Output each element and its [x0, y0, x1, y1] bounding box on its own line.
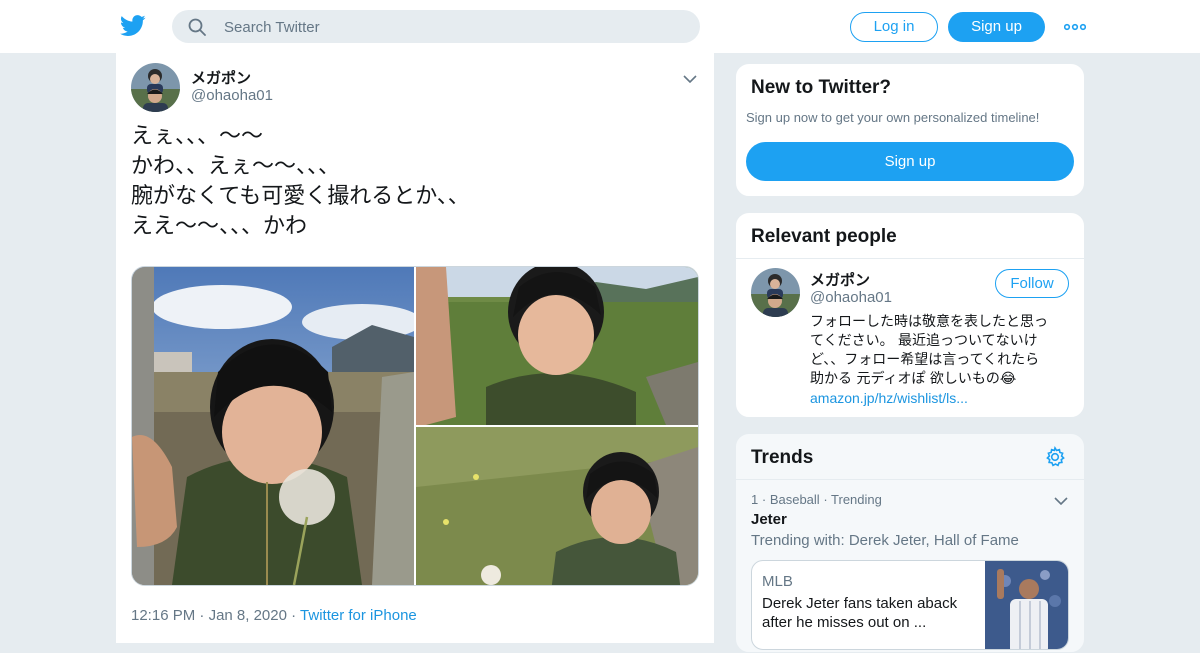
trend-metadata: 1 · Baseball · Trending	[751, 492, 882, 507]
tweet-metadata: 12:16 PM · Jan 8, 2020 · Twitter for iPh…	[131, 607, 417, 624]
boy-with-dandelion-photo[interactable]	[132, 267, 414, 585]
tweet-card: メガポン @ohaoha01 えぇ、、、〜〜 かわ、、えぇ〜〜、、、 腕がなくて…	[115, 53, 715, 643]
trend-rank: 1	[751, 492, 759, 507]
trend-options-chevron-down-icon[interactable]	[1054, 492, 1068, 510]
top-navigation-bar: Log in Sign up	[0, 0, 1200, 54]
tweet-text-line: ええ〜〜、、、かわ	[131, 214, 308, 239]
bio-wishlist-link[interactable]: amazon.jp/hz/wishlist/ls...	[810, 389, 1075, 408]
author-handle[interactable]: @ohaoha01	[191, 87, 273, 104]
gear-icon[interactable]	[1044, 446, 1066, 473]
signup-button[interactable]: Sign up	[948, 12, 1045, 42]
meta-separator: ·	[761, 492, 770, 507]
tweet-text-line: かわ、、えぇ〜〜、、、	[131, 154, 341, 179]
meta-separator: ·	[823, 492, 832, 507]
search-input[interactable]	[222, 10, 686, 45]
bio-line: 助かる 元ディオぽ 欲しいもの😂	[810, 371, 1017, 387]
more-options-icon[interactable]	[1063, 20, 1087, 32]
twitter-bird-logo-icon[interactable]	[119, 14, 146, 38]
news-source: MLB	[762, 573, 793, 590]
tweet-text-line: えぇ、、、〜〜	[131, 124, 264, 149]
follow-button[interactable]: Follow	[995, 269, 1069, 298]
tweet-time[interactable]: 12:16 PM	[131, 607, 195, 624]
relevant-people-card: Relevant people メガポン @ohaoha01 Follow フォ…	[735, 212, 1085, 418]
boy-on-path-photo[interactable]	[416, 427, 698, 585]
tweet-media-grid	[131, 266, 699, 586]
person-avatar[interactable]	[751, 268, 800, 317]
tweet-text-line: 腕がなくても可愛く撮れるとか、、	[131, 184, 470, 209]
divider	[736, 479, 1084, 480]
boy-in-field-photo[interactable]	[416, 267, 698, 425]
trend-name[interactable]: Jeter	[751, 511, 787, 528]
person-bio: フォローした時は敬意を表したと思っ てください。 最近追っついてないけ ど、、フ…	[810, 313, 1075, 408]
new-to-twitter-title: New to Twitter?	[751, 77, 892, 98]
login-button[interactable]: Log in	[850, 12, 938, 42]
trends-card: Trends 1 · Baseball · Trending Jeter Tre…	[735, 433, 1085, 653]
relevant-people-title: Relevant people	[751, 226, 897, 247]
divider	[736, 258, 1084, 259]
trend-related-terms: Trending with: Derek Jeter, Hall of Fame	[751, 532, 1019, 549]
search-box[interactable]	[172, 10, 700, 45]
person-handle[interactable]: @ohaoha01	[810, 289, 892, 306]
trends-title: Trends	[751, 447, 814, 468]
meta-separator: ·	[291, 607, 301, 624]
news-thumbnail-image[interactable]	[985, 561, 1068, 649]
trend-news-card[interactable]: MLB Derek Jeter fans taken aback after h…	[751, 560, 1069, 650]
author-avatar[interactable]	[131, 63, 180, 112]
author-name[interactable]: メガポン	[191, 67, 251, 88]
sidebar-signup-button[interactable]: Sign up	[746, 142, 1074, 181]
tweet-date[interactable]: Jan 8, 2020	[209, 607, 287, 624]
trend-category: Baseball	[769, 492, 820, 507]
tweet-options-chevron-down-icon[interactable]	[683, 70, 697, 88]
tweet-text: えぇ、、、〜〜 かわ、、えぇ〜〜、、、 腕がなくても可愛く撮れるとか、、 ええ〜…	[131, 122, 701, 242]
bio-line: てください。 最近追っついてないけ	[810, 333, 1038, 349]
news-headline[interactable]: Derek Jeter fans taken aback after he mi…	[762, 594, 977, 632]
search-icon	[188, 18, 206, 41]
new-to-twitter-subtitle: Sign up now to get your own personalized…	[746, 110, 1040, 125]
trend-status: Trending	[831, 492, 882, 507]
bio-line: ど、、フォロー希望は言ってくれたら	[810, 352, 1040, 368]
person-name[interactable]: メガポン	[810, 269, 870, 290]
meta-separator: ·	[199, 607, 209, 624]
new-to-twitter-card: New to Twitter? Sign up now to get your …	[735, 63, 1085, 197]
tweet-source-link[interactable]: Twitter for iPhone	[300, 607, 417, 624]
bio-line: フォローした時は敬意を表したと思っ	[810, 314, 1048, 330]
